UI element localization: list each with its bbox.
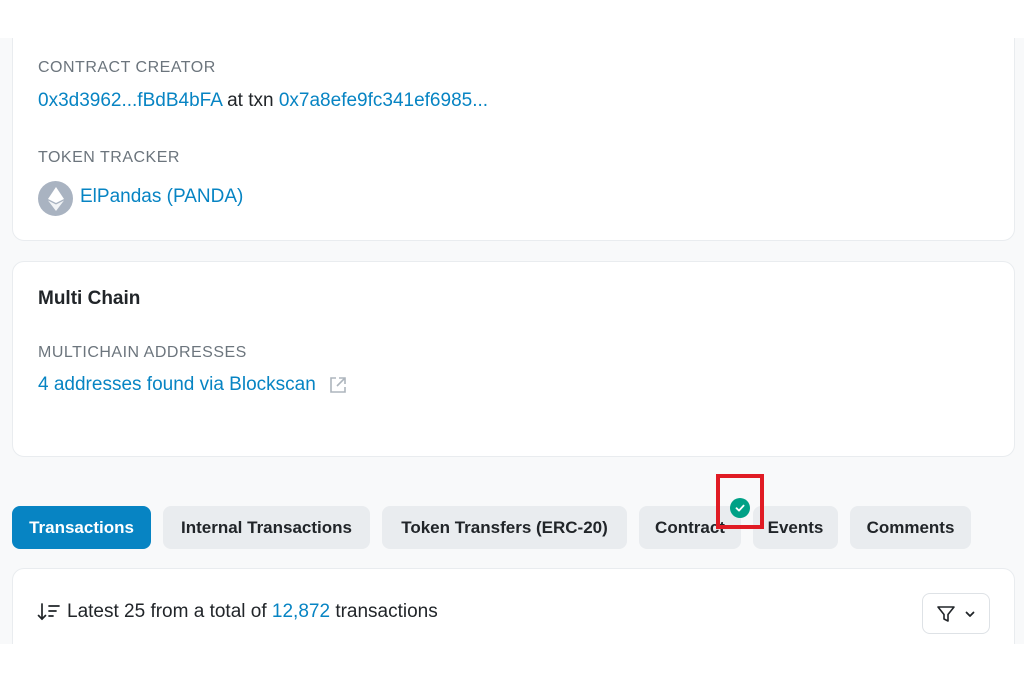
multi-chain-card: Multi Chain MULTICHAIN ADDRESSES 4 addre… [12,261,1015,457]
tab-comments[interactable]: Comments [850,506,971,549]
multichain-row: 4 addresses found via Blockscan [38,374,348,396]
multi-chain-title: Multi Chain [38,288,141,309]
contract-info-card: CONTRACT CREATOR 0x3d3962...fBdB4bFA at … [12,38,1015,241]
chevron-down-icon [964,608,976,620]
ethereum-icon [38,181,73,216]
token-tracker-label: TOKEN TRACKER [38,149,180,166]
tab-transactions[interactable]: Transactions [12,506,151,549]
creator-txn-link[interactable]: 0x7a8efe9fc341ef6985... [279,90,488,111]
blockscan-link[interactable]: 4 addresses found via Blockscan [38,374,316,396]
filter-button[interactable] [922,593,990,634]
tab-events[interactable]: Events [753,506,838,549]
sort-descending-icon [37,602,61,622]
multichain-addresses-label: MULTICHAIN ADDRESSES [38,344,247,361]
at-txn-text: at txn [227,90,274,111]
page-content: CONTRACT CREATOR 0x3d3962...fBdB4bFA at … [0,38,1024,644]
summary-suffix: transactions [335,601,438,622]
tab-token-transfers[interactable]: Token Transfers (ERC-20) [382,506,627,549]
creator-address-link[interactable]: 0x3d3962...fBdB4bFA [38,90,222,111]
contract-creator-row: 0x3d3962...fBdB4bFA at txn 0x7a8efe9fc34… [38,90,488,112]
external-link-icon[interactable] [328,375,348,395]
highlight-box [716,474,764,529]
token-tracker-row: ElPandas (PANDA) [80,186,243,208]
tab-internal-transactions[interactable]: Internal Transactions [163,506,370,549]
transactions-summary: Latest 25 from a total of 12,872 transac… [37,601,438,623]
filter-icon [936,604,956,624]
total-count-link[interactable]: 12,872 [272,601,330,623]
contract-creator-label: CONTRACT CREATOR [38,59,216,76]
token-tracker-link[interactable]: ElPandas (PANDA) [80,186,243,207]
summary-prefix: Latest 25 from a total of [67,601,267,622]
